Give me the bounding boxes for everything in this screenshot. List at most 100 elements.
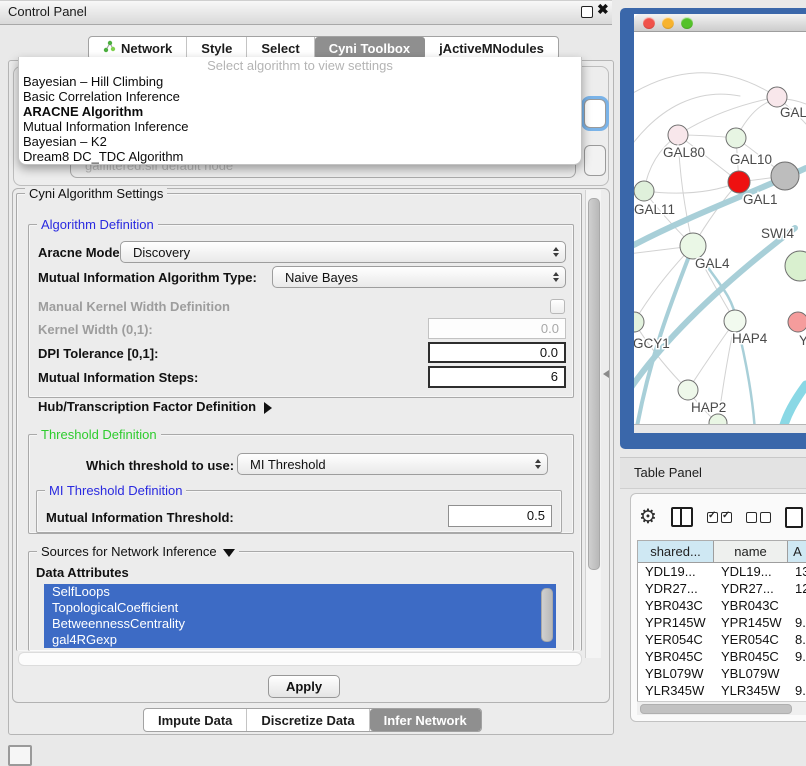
gear-icon[interactable]: ⚙ xyxy=(639,507,657,527)
table-cell: YBR043C xyxy=(638,597,714,614)
node-y-node[interactable] xyxy=(788,312,806,332)
manual-kernel-checkbox[interactable] xyxy=(550,299,565,314)
spinner-arrows-icon xyxy=(547,272,565,282)
minimize-light[interactable] xyxy=(662,17,674,29)
table-row[interactable]: YBR045CYBR045C9. xyxy=(638,648,806,665)
node-gal1[interactable] xyxy=(728,171,750,193)
table-row[interactable]: YLR345WYLR345W9. xyxy=(638,682,806,699)
mi-threshold-field[interactable]: 0.5 xyxy=(448,505,552,527)
network-edge[interactable] xyxy=(634,228,795,392)
network-window-titlebar[interactable] xyxy=(634,14,806,32)
network-edge[interactable] xyxy=(634,246,693,322)
docked-window-icon[interactable] xyxy=(8,745,32,766)
attribute-gal4rgexp[interactable]: gal4RGexp xyxy=(44,632,556,648)
table-cell: 9. xyxy=(788,682,806,699)
node-gal-top[interactable] xyxy=(767,87,787,107)
page-icon[interactable] xyxy=(785,507,803,528)
network-edge[interactable] xyxy=(644,182,739,193)
algorithm-option-basic-correlation-inference[interactable]: Basic Correlation Inference xyxy=(19,89,581,104)
table-cell: 8. xyxy=(788,631,806,648)
tab-style[interactable]: Style xyxy=(187,37,247,59)
hub-definition-toggle[interactable]: Hub/Transcription Factor Definition xyxy=(38,399,272,414)
settings-hscrollbar[interactable] xyxy=(18,652,582,666)
dpi-tolerance-field[interactable]: 0.0 xyxy=(428,342,566,363)
bottom-tab-bar: Impute DataDiscretize DataInfer Network xyxy=(143,708,482,732)
table-cell: YBR043C xyxy=(714,597,788,614)
which-threshold-combo[interactable]: MI Threshold xyxy=(237,453,548,475)
node-hap2[interactable] xyxy=(678,380,698,400)
which-threshold-label: Which threshold to use: xyxy=(86,458,234,473)
table-row[interactable]: YDL19...YDL19...13 xyxy=(638,563,806,580)
network-edge[interactable] xyxy=(634,73,777,97)
node-bottom-node[interactable] xyxy=(709,414,727,424)
column-header-a[interactable]: A xyxy=(788,541,806,562)
tab-label: jActiveMNodules xyxy=(439,41,544,56)
algorithm-option-aracne-algorithm[interactable]: ARACNE Algorithm xyxy=(19,104,581,119)
close-light[interactable] xyxy=(643,17,655,29)
tab-cyni-toolbox[interactable]: Cyni Toolbox xyxy=(315,37,425,59)
attribute-selfloops[interactable]: SelfLoops xyxy=(44,584,556,600)
table-row[interactable]: YPR145WYPR145W9. xyxy=(638,614,806,631)
table-row[interactable]: YBR043CYBR043C xyxy=(638,597,806,614)
tab-impute-data[interactable]: Impute Data xyxy=(144,709,247,731)
algorithm-option-bayesian-hill-climbing[interactable]: Bayesian – Hill Climbing xyxy=(19,74,581,89)
table-hscrollbar[interactable] xyxy=(637,701,806,715)
mi-algorithm-type-combo[interactable]: Naive Bayes xyxy=(272,266,566,288)
table-hscrollbar-thumb[interactable] xyxy=(640,704,792,714)
attributes-scrollbar-thumb[interactable] xyxy=(541,588,553,642)
algorithm-option-mutual-information-inference[interactable]: Mutual Information Inference xyxy=(19,119,581,134)
float-window-icon[interactable] xyxy=(581,6,593,18)
aracne-mode-combo[interactable]: Discovery xyxy=(120,241,566,263)
unchecked-columns-icon[interactable] xyxy=(746,512,771,523)
checked-columns-icon[interactable] xyxy=(707,512,732,523)
table-row[interactable]: YBL079WYBL079W xyxy=(638,665,806,682)
column-header-shared-[interactable]: shared... xyxy=(638,541,714,562)
column-header-name[interactable]: name xyxy=(714,541,788,562)
close-icon[interactable]: ✖ xyxy=(597,1,609,18)
tab-infer-network[interactable]: Infer Network xyxy=(370,709,481,731)
zoom-light[interactable] xyxy=(681,17,693,29)
tab-network[interactable]: Network xyxy=(89,37,187,59)
cyni-algorithm-settings-title: Cyni Algorithm Settings xyxy=(25,186,167,201)
table-cell: YER054C xyxy=(714,631,788,648)
secondary-combo-edge[interactable] xyxy=(584,145,606,176)
table-row[interactable]: YER054CYER054C8. xyxy=(638,631,806,648)
threshold-definition-title: Threshold Definition xyxy=(37,427,161,442)
node-gal80[interactable] xyxy=(668,125,688,145)
tab-jactivemnodules[interactable]: jActiveMNodules xyxy=(425,37,558,59)
tab-label: Style xyxy=(201,41,232,56)
network-window-bottom xyxy=(634,424,806,433)
algorithm-definition-title: Algorithm Definition xyxy=(37,217,158,232)
node-gray-node[interactable] xyxy=(771,162,799,190)
node-gal11[interactable] xyxy=(634,181,654,201)
settings-vscrollbar-thumb[interactable] xyxy=(588,198,600,570)
mi-steps-field[interactable]: 6 xyxy=(428,366,566,388)
table-row[interactable]: YDR27...YDR27...12 xyxy=(638,580,806,597)
settings-vscrollbar[interactable] xyxy=(585,190,601,658)
columns-icon[interactable] xyxy=(671,507,693,527)
table-window: ⚙ shared...nameA YDL19...YDL19...13YDR27… xyxy=(630,493,806,722)
attribute-topologicalcoefficient[interactable]: TopologicalCoefficient xyxy=(44,600,556,616)
apply-button[interactable]: Apply xyxy=(268,675,340,698)
node-gal10[interactable] xyxy=(726,128,746,148)
sources-group-title[interactable]: Sources for Network Inference xyxy=(37,544,239,559)
algorithm-option-dream8-dc-tdc-algorithm[interactable]: Dream8 DC_TDC Algorithm xyxy=(19,149,581,164)
node-hap4[interactable] xyxy=(724,310,746,332)
attribute-betweennesscentrality[interactable]: BetweennessCentrality xyxy=(44,616,556,632)
spinner-arrows-icon xyxy=(529,459,547,469)
panel-splitter-arrow[interactable] xyxy=(603,370,609,378)
mi-threshold-definition-title: MI Threshold Definition xyxy=(45,483,186,498)
network-canvas[interactable]: GALGAL80GAL10GAL1GAL11SWI4GAL4GCY1HAP4YH… xyxy=(634,32,806,424)
mi-steps-label: Mutual Information Steps: xyxy=(38,370,198,385)
algorithm-combo-edge[interactable] xyxy=(584,99,606,128)
aracne-mode-label: Aracne Mode: xyxy=(38,245,124,260)
tab-discretize-data[interactable]: Discretize Data xyxy=(247,709,369,731)
node-gcy1[interactable] xyxy=(634,312,644,332)
table-toolbar: ⚙ xyxy=(639,504,803,530)
kernel-width-field[interactable]: 0.0 xyxy=(428,318,566,339)
tab-select[interactable]: Select xyxy=(247,37,314,59)
network-edge[interactable] xyxy=(782,385,806,424)
network-edge[interactable] xyxy=(678,97,777,135)
algorithm-option-bayesian-k2[interactable]: Bayesian – K2 xyxy=(19,134,581,149)
node-swi4[interactable] xyxy=(785,251,806,281)
